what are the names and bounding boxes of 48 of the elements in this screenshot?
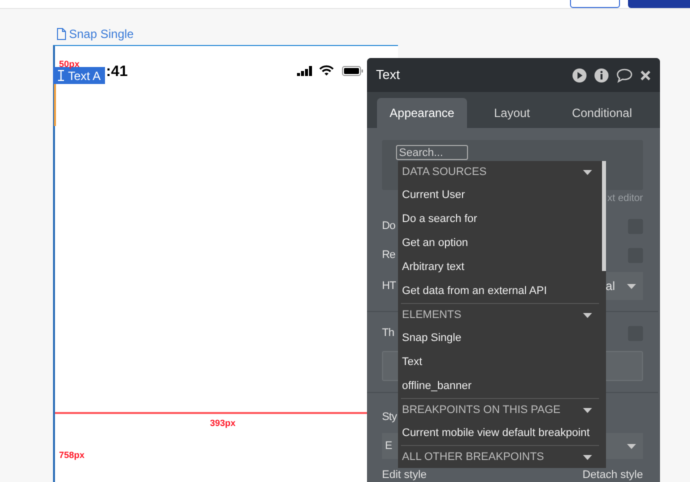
selection-edge (54, 84, 56, 126)
menu-item[interactable]: Do a search for (398, 207, 606, 231)
section-header[interactable]: DATA SOURCES (398, 161, 606, 183)
tab[interactable]: Layout (467, 98, 557, 128)
scrollbar-thumb[interactable] (602, 161, 606, 271)
text-cursor-icon (57, 70, 65, 81)
tab[interactable]: Conditional (557, 98, 647, 128)
close-icon[interactable] (640, 70, 651, 80)
menu-item[interactable]: offline_banner (398, 374, 606, 398)
page-icon (57, 28, 66, 40)
offset-label: 50px (59, 60, 80, 69)
menu-item[interactable]: Snap Single (398, 326, 606, 350)
tab[interactable]: Appearance (377, 98, 467, 128)
detach-style-link[interactable]: Detach style (582, 469, 643, 481)
menu-item[interactable]: Current mobile view default breakpoint (398, 421, 606, 445)
status-time: :41 (106, 62, 128, 82)
edit-style-link[interactable]: Edit style (382, 469, 427, 481)
field-label: HT (382, 280, 396, 292)
menu-item[interactable]: Arbitrary text (398, 255, 606, 279)
comment-icon[interactable] (616, 68, 633, 82)
width-label: 393px (210, 417, 236, 430)
menu-item[interactable]: Current User (398, 183, 606, 207)
info-icon[interactable] (594, 68, 609, 82)
menu-item[interactable]: Get data from an external API (398, 279, 606, 303)
battery-icon (342, 66, 363, 76)
section-header[interactable]: BREAKPOINTS ON THIS PAGE (398, 399, 606, 421)
caret-icon (627, 444, 636, 448)
signal-icon (297, 66, 313, 76)
field-label: Re (382, 250, 396, 261)
caret-icon (583, 454, 592, 460)
wifi-icon (319, 65, 334, 76)
caret-icon (583, 408, 592, 412)
page-label[interactable]: Snap Single (69, 25, 134, 43)
menu-item[interactable]: Text (398, 350, 606, 374)
caret-icon (583, 170, 592, 174)
panel-title: Text (376, 66, 400, 84)
section-header[interactable]: ALL OTHER BREAKPOINTS (398, 446, 606, 468)
search-field[interactable]: Search... (396, 145, 468, 160)
height-label: 758px (59, 449, 85, 462)
menu-item[interactable]: Get an option (398, 231, 606, 255)
caret-icon (627, 284, 636, 288)
caret-icon (583, 312, 592, 318)
section-header[interactable]: ELEMENTS (398, 304, 606, 326)
play-icon[interactable] (572, 68, 587, 82)
field-label: Th (382, 328, 394, 339)
section-label: Sty (382, 410, 397, 424)
element-badge[interactable]: Text A (53, 67, 105, 84)
field-label: Do (382, 221, 396, 232)
